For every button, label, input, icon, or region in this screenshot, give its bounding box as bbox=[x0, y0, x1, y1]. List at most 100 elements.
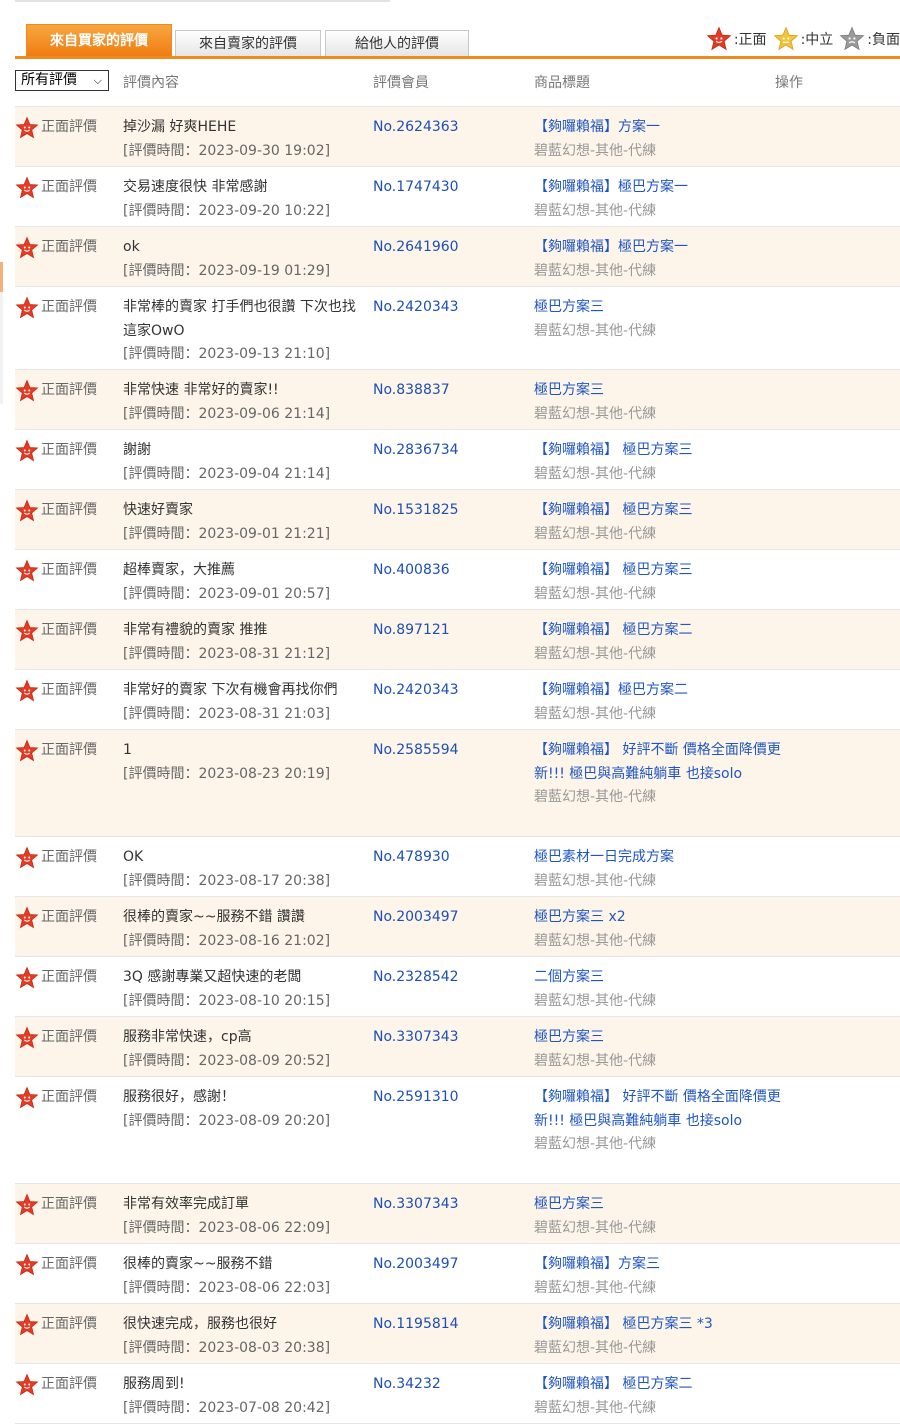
table-row: 正面評價 非常有禮貌的賣家 推推 [評價時間：2023-08-31 21:12] No… bbox=[15, 610, 900, 670]
product-title-link[interactable]: 極巴素材一日完成方案 bbox=[534, 846, 784, 870]
product-title-link[interactable]: 【夠囉賴福】 極巴方案三 bbox=[534, 559, 784, 583]
member-link[interactable]: No.34232 bbox=[373, 1373, 441, 1397]
positive-star-icon bbox=[15, 116, 39, 139]
rating-comment: ok bbox=[123, 239, 140, 255]
product-title-link[interactable]: 【夠囉賴福】 極巴方案三 *3 bbox=[534, 1313, 784, 1337]
member-link[interactable]: No.1747430 bbox=[373, 176, 459, 200]
tab-from-sellers[interactable]: 來自賣家的評價 bbox=[175, 30, 321, 56]
rating-content: 服務非常快速，cp高 [評價時間：2023-08-09 20:52] bbox=[123, 1026, 368, 1073]
product-category: 碧藍幻想-其他-代練 bbox=[534, 1052, 657, 1069]
rating-type: 正面評價 bbox=[15, 739, 97, 763]
product-title-link[interactable]: 極巴方案三 bbox=[534, 1026, 784, 1050]
rating-content: 服務周到! [評價時間：2023-07-08 20:42] bbox=[123, 1373, 368, 1420]
rating-content: 服務很好，感謝！ [評價時間：2023-08-09 20:20] bbox=[123, 1086, 368, 1133]
member-link[interactable]: No.2585594 bbox=[373, 739, 459, 763]
rating-type-label: 正面評價 bbox=[41, 382, 97, 399]
member-link[interactable]: No.2420343 bbox=[373, 296, 459, 320]
rating-time: [評價時間：2023-09-13 21:10] bbox=[123, 346, 331, 362]
product-title-link[interactable]: 二個方案三 bbox=[534, 966, 784, 990]
product-title-link[interactable]: 【夠囉賴福】 好評不斷 價格全面降價更新!!! 極巴與高難純躺車 也接solo bbox=[534, 1086, 784, 1133]
rating-comment: 很快速完成，服務也很好 bbox=[123, 1316, 277, 1332]
member-link[interactable]: No.478930 bbox=[373, 846, 450, 870]
product-title-link[interactable]: 極巴方案三 bbox=[534, 296, 784, 320]
rating-content: 很棒的賣家~~服務不錯 [評價時間：2023-08-06 22:03] bbox=[123, 1253, 368, 1300]
neutral-star-icon bbox=[773, 26, 799, 51]
member-link[interactable]: No.1195814 bbox=[373, 1313, 459, 1337]
member-link[interactable]: No.2420343 bbox=[373, 679, 459, 703]
header-action: 操作 bbox=[775, 75, 803, 91]
product-title-link[interactable]: 【夠囉賴福】 好評不斷 價格全面降價更新!!! 極巴與高難純躺車 也接solo bbox=[534, 739, 784, 786]
table-row: 正面評價 快速好賣家 [評價時間：2023-09-01 21:21] No.15318… bbox=[15, 490, 900, 550]
header-member: 評價會員 bbox=[373, 75, 429, 91]
rating-type: 正面評價 bbox=[15, 679, 97, 703]
product-title-link[interactable]: 【夠囉賴福】方案一 bbox=[534, 116, 784, 140]
rating-type-label: 正面評價 bbox=[41, 1089, 97, 1106]
rating-type: 正面評價 bbox=[15, 906, 97, 930]
table-row: 正面評價 謝謝 [評價時間：2023-09-04 21:14] No.2836734 【… bbox=[15, 430, 900, 490]
member-link[interactable]: No.2836734 bbox=[373, 439, 459, 463]
product-cell: 【夠囉賴福】 好評不斷 價格全面降價更新!!! 極巴與高難純躺車 也接solo 碧… bbox=[534, 739, 784, 810]
tab-given-to-others[interactable]: 給他人的評價 bbox=[325, 30, 469, 56]
product-title-link[interactable]: 極巴方案三 bbox=[534, 1193, 784, 1217]
product-title-link[interactable]: 【夠囉賴福】極巴方案一 bbox=[534, 236, 784, 260]
positive-star-icon bbox=[15, 1193, 39, 1216]
product-title-link[interactable]: 【夠囉賴福】 極巴方案二 bbox=[534, 1373, 784, 1397]
product-cell: 【夠囉賴福】極巴方案一 碧藍幻想-其他-代練 bbox=[534, 236, 784, 283]
product-title-link[interactable]: 【夠囉賴福】 極巴方案二 bbox=[534, 619, 784, 643]
product-cell: 【夠囉賴福】方案三 碧藍幻想-其他-代練 bbox=[534, 1253, 784, 1300]
member-link[interactable]: No.897121 bbox=[373, 619, 450, 643]
product-title-link[interactable]: 【夠囉賴福】方案三 bbox=[534, 1253, 784, 1277]
table-row: 正面評價 非常有效率完成訂單 [評價時間：2023-08-06 22:09] No.3… bbox=[15, 1184, 900, 1244]
product-title-link[interactable]: 極巴方案三 bbox=[534, 379, 784, 403]
product-cell: 【夠囉賴福】 極巴方案二 碧藍幻想-其他-代練 bbox=[534, 619, 784, 666]
member-link[interactable]: No.838837 bbox=[373, 379, 450, 403]
member-link[interactable]: No.2641960 bbox=[373, 236, 459, 260]
member-link[interactable]: No.2328542 bbox=[373, 966, 459, 990]
rating-comment: 很棒的賣家~~服務不錯 bbox=[123, 1256, 273, 1272]
member-link[interactable]: No.2003497 bbox=[373, 906, 459, 930]
legend-negative: :負面 bbox=[839, 26, 900, 52]
product-title-link[interactable]: 【夠囉賴福】 極巴方案三 bbox=[534, 499, 784, 523]
table-row: 正面評價 交易速度很快 非常感謝 [評價時間：2023-09-20 10:22] No… bbox=[15, 167, 900, 227]
tab-from-buyers[interactable]: 來自買家的評價 bbox=[26, 24, 172, 56]
product-title-link[interactable]: 極巴方案三 x2 bbox=[534, 906, 784, 930]
positive-star-icon bbox=[15, 236, 39, 259]
rating-time: [評價時間：2023-08-31 21:03] bbox=[123, 705, 331, 722]
rating-type-label: 正面評價 bbox=[41, 969, 97, 986]
positive-star-icon bbox=[15, 846, 39, 869]
rating-type: 正面評價 bbox=[15, 116, 97, 140]
rating-comment: 非常有效率完成訂單 bbox=[123, 1196, 249, 1212]
product-category: 碧藍幻想-其他-代練 bbox=[534, 322, 657, 339]
rating-time: [評價時間：2023-08-31 21:12] bbox=[123, 645, 331, 662]
rating-time: [評價時間：2023-08-17 20:38] bbox=[123, 872, 331, 889]
member-link[interactable]: No.400836 bbox=[373, 559, 450, 583]
rating-content: 交易速度很快 非常感謝 [評價時間：2023-09-20 10:22] bbox=[123, 176, 368, 223]
product-title-link[interactable]: 【夠囉賴福】 極巴方案三 bbox=[534, 439, 784, 463]
rating-comment: OK bbox=[123, 849, 144, 865]
positive-star-icon bbox=[15, 559, 39, 582]
table-row: 正面評價 很棒的賣家~~服務不錯 [評價時間：2023-08-06 22:03] No… bbox=[15, 1244, 900, 1304]
rating-filter-select[interactable]: 所有評價 ⌵ bbox=[15, 70, 109, 91]
rating-type-label: 正面評價 bbox=[41, 849, 97, 866]
member-link[interactable]: No.3307343 bbox=[373, 1193, 459, 1217]
member-link[interactable]: No.3307343 bbox=[373, 1026, 459, 1050]
rating-type-label: 正面評價 bbox=[41, 742, 97, 759]
product-title-link[interactable]: 【夠囉賴福】極巴方案一 bbox=[534, 176, 784, 200]
member-link[interactable]: No.1531825 bbox=[373, 499, 459, 523]
rating-legend: :正面 :中立 :負面 bbox=[700, 26, 900, 52]
positive-star-icon bbox=[15, 739, 39, 762]
member-link[interactable]: No.2591310 bbox=[373, 1086, 459, 1110]
table-row: 正面評價 很快速完成，服務也很好 [評價時間：2023-08-03 20:38] No… bbox=[15, 1304, 900, 1364]
rating-type-label: 正面評價 bbox=[41, 1029, 97, 1046]
product-cell: 【夠囉賴福】 極巴方案二 碧藍幻想-其他-代練 bbox=[534, 1373, 784, 1420]
member-link[interactable]: No.2003497 bbox=[373, 1253, 459, 1277]
rating-time: [評價時間：2023-08-06 22:03] bbox=[123, 1279, 331, 1296]
rating-comment: 超棒賣家，大推薦 bbox=[123, 562, 235, 578]
product-cell: 極巴素材一日完成方案 碧藍幻想-其他-代練 bbox=[534, 846, 784, 893]
member-link[interactable]: No.2624363 bbox=[373, 116, 459, 140]
product-category: 碧藍幻想-其他-代練 bbox=[534, 525, 657, 542]
product-title-link[interactable]: 【夠囉賴福】極巴方案二 bbox=[534, 679, 784, 703]
rating-type-label: 正面評價 bbox=[41, 682, 97, 699]
rating-content: 謝謝 [評價時間：2023-09-04 21:14] bbox=[123, 439, 368, 486]
rating-comment: 1 bbox=[123, 742, 132, 758]
